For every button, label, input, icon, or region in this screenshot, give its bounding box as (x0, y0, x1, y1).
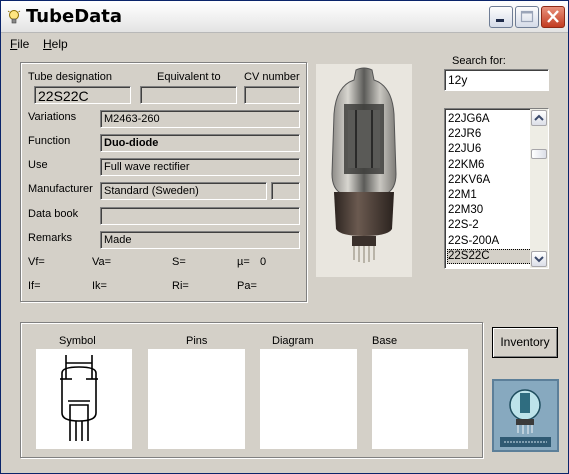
equivalent-label: Equivalent to (157, 71, 221, 83)
function-label: Function (28, 135, 71, 147)
diagram-label: Diagram (272, 335, 314, 347)
app-window: TubeData File Help Tube designation Equi… (0, 0, 569, 474)
scroll-thumb[interactable] (531, 149, 547, 159)
remarks-label: Remarks (28, 232, 73, 244)
ri-label: Ri= (172, 280, 189, 292)
use-label: Use (28, 159, 48, 171)
base-canvas (372, 349, 468, 449)
search-input[interactable]: 12y (444, 69, 549, 91)
list-item[interactable]: 22S-200A (447, 234, 532, 249)
tubedata-logo (492, 379, 559, 452)
chevron-up-icon (534, 114, 544, 121)
variations-label: Variations (28, 111, 77, 123)
tube-list[interactable]: 22JG6A 22JR6 22JU6 22KM6 22KV6A 22M1 22M30 22S-… (444, 108, 549, 269)
manufacturer-extra-field[interactable] (271, 182, 300, 200)
tube-designation-field[interactable]: 22S22C (34, 86, 131, 104)
maximize-button[interactable] (515, 6, 539, 28)
mu-label: µ= (237, 256, 250, 268)
vf-label: Vf= (28, 256, 45, 268)
cv-number-label: CV number (244, 71, 300, 83)
vacuum-tube-image (316, 64, 412, 277)
tube-designation-label: Tube designation (28, 71, 112, 83)
window-title: TubeData (26, 6, 123, 27)
list-item[interactable]: 22M1 (447, 188, 532, 203)
va-label: Va= (92, 256, 112, 268)
duo-diode-symbol (60, 355, 98, 441)
minimize-button[interactable] (489, 6, 513, 28)
databook-label: Data book (28, 208, 79, 220)
base-label: Base (372, 335, 398, 347)
scroll-up-button[interactable] (531, 110, 547, 126)
pins-label: Pins (186, 335, 208, 347)
scroll-down-button[interactable] (531, 251, 547, 267)
list-item[interactable]: 22M30 (447, 203, 532, 218)
pins-canvas (148, 349, 245, 449)
manufacturer-label: Manufacturer (28, 183, 93, 195)
list-item[interactable]: 22JG6A (447, 112, 532, 127)
list-item[interactable]: 22KM6 (447, 158, 532, 173)
list-item[interactable]: 22KV6A (447, 173, 532, 188)
list-item[interactable]: 22JU6 (447, 142, 532, 157)
mu-value: 0 (260, 256, 267, 268)
pa-label: Pa= (237, 280, 257, 292)
tube-logo-icon (492, 379, 559, 452)
list-item[interactable]: 22S-2 (447, 218, 532, 233)
equivalent-field[interactable] (140, 86, 237, 104)
manufacturer-field[interactable]: Standard (Sweden) (100, 182, 267, 200)
maximize-icon (520, 10, 534, 23)
search-label: Search for: (452, 55, 506, 67)
menu-bar: File Help (1, 34, 568, 54)
minimize-icon (496, 19, 504, 22)
list-item[interactable]: 22JR6 (447, 127, 532, 142)
ik-label: Ik= (92, 280, 107, 292)
list-scrollbar[interactable] (530, 109, 548, 268)
list-item[interactable]: 22S22C (447, 248, 532, 264)
if-label: If= (28, 280, 41, 292)
menu-help-accelerator: H (43, 37, 52, 51)
symbol-label: Symbol (59, 335, 96, 347)
remarks-field[interactable]: Made (100, 231, 300, 249)
symbol-canvas (36, 349, 132, 449)
menu-help-label: elp (51, 37, 68, 51)
s-label: S= (172, 256, 186, 268)
use-field[interactable]: Full wave rectifier (100, 158, 300, 176)
diagram-canvas (260, 349, 357, 449)
tube-photo (316, 64, 412, 277)
inventory-button[interactable]: Inventory (492, 327, 558, 358)
lightbulb-icon (7, 10, 21, 24)
title-bar[interactable]: TubeData (1, 1, 568, 33)
menu-help[interactable]: Help (43, 37, 68, 51)
menu-file[interactable]: File (10, 37, 29, 51)
chevron-down-icon (534, 256, 544, 263)
function-field[interactable]: Duo-diode (100, 134, 300, 152)
menu-file-label: ile (17, 37, 30, 51)
close-button[interactable] (541, 6, 565, 28)
databook-field[interactable] (100, 207, 300, 225)
variations-field[interactable]: M2463-260 (100, 110, 300, 128)
close-icon (547, 10, 559, 23)
cv-number-field[interactable] (244, 86, 300, 104)
